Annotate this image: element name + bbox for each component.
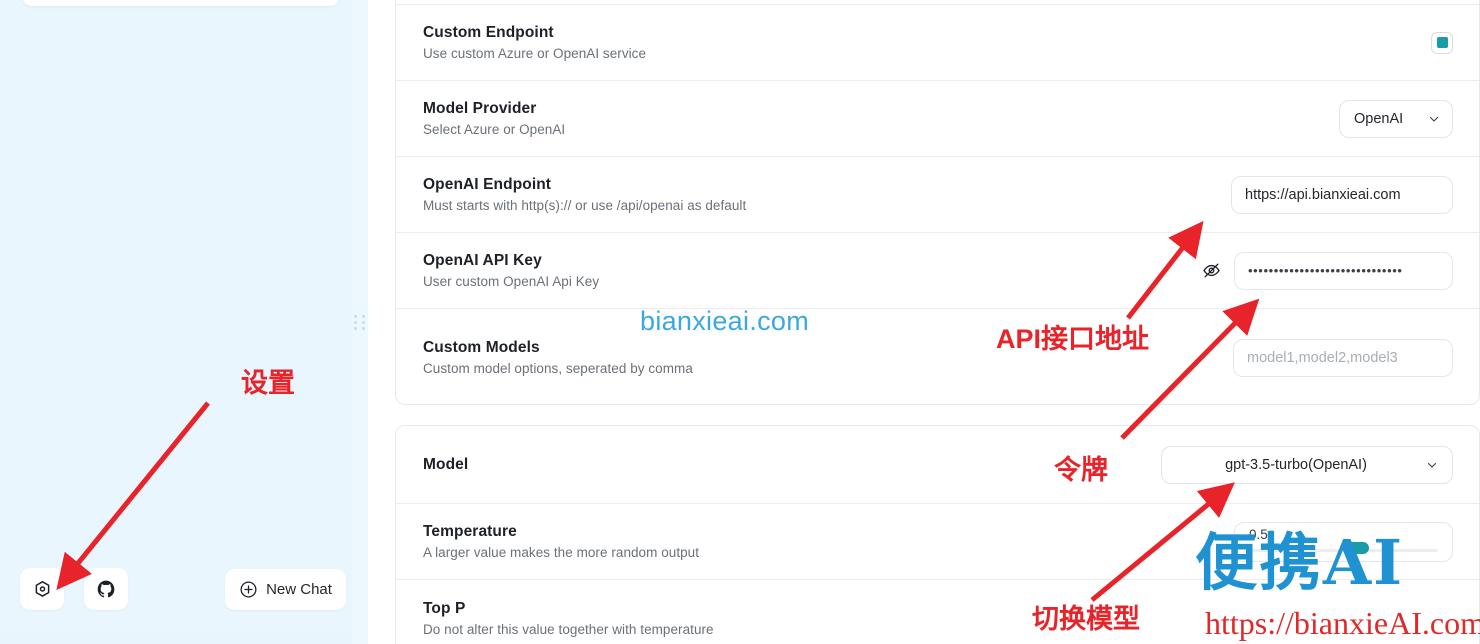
- openai-api-key-title: OpenAI API Key: [423, 252, 542, 269]
- openai-endpoint-subtitle: Must starts with http(s):// or use /api/…: [423, 198, 747, 213]
- custom-endpoint-title: Custom Endpoint: [423, 24, 554, 41]
- row-custom-endpoint: Custom Endpoint Use custom Azure or Open…: [396, 5, 1479, 81]
- row-custom-models: Custom Models Custom model options, sepe…: [396, 309, 1479, 404]
- temperature-subtitle: A larger value makes the more random out…: [423, 545, 700, 560]
- openai-endpoint-title: OpenAI Endpoint: [423, 176, 552, 193]
- row-openai-endpoint: OpenAI Endpoint Must starts with http(s)…: [396, 157, 1479, 233]
- openai-api-key-value: ••••••••••••••••••••••••••••••: [1248, 263, 1403, 278]
- sidebar-top-card: [22, 0, 340, 6]
- sidebar-panel: New Chat: [0, 0, 352, 634]
- openai-endpoint-value: https://api.bianxieai.com: [1245, 186, 1401, 203]
- custom-endpoint-checkbox[interactable]: [1431, 31, 1453, 54]
- model-select-value: gpt-3.5-turbo(OpenAI): [1225, 456, 1367, 473]
- plus-circle-icon: [240, 581, 257, 598]
- openai-api-key-input[interactable]: ••••••••••••••••••••••••••••••: [1234, 251, 1453, 290]
- app-root: New Chat Access control Enabled Custom E…: [0, 0, 1480, 644]
- custom-endpoint-subtitle: Use custom Azure or OpenAI service: [423, 46, 647, 61]
- model-provider-subtitle: Select Azure or OpenAI: [423, 122, 566, 137]
- toggle-api-key-visibility-button[interactable]: [1200, 260, 1222, 282]
- settings-gear-icon: [35, 580, 49, 597]
- row-model-provider: Model Provider Select Azure or OpenAI Op…: [396, 81, 1479, 157]
- github-icon: [97, 580, 115, 598]
- model-title: Model: [423, 455, 469, 473]
- row-model: Model gpt-3.5-turbo(OpenAI): [396, 426, 1479, 504]
- model-provider-value: OpenAI: [1354, 110, 1404, 127]
- settings-panel: Access control Enabled Custom Endpoint U…: [370, 0, 1480, 644]
- sidebar-drag-handle[interactable]: [352, 0, 368, 644]
- top-p-title: Top P: [423, 599, 466, 617]
- settings-card-endpoint: Access control Enabled Custom Endpoint U…: [395, 0, 1480, 405]
- settings-button[interactable]: [20, 568, 64, 610]
- github-button[interactable]: [84, 568, 128, 610]
- temperature-slider-thumb[interactable]: [1343, 541, 1369, 554]
- custom-models-subtitle: Custom model options, seperated by comma: [423, 361, 693, 376]
- model-select[interactable]: gpt-3.5-turbo(OpenAI): [1161, 445, 1453, 484]
- temperature-title: Temperature: [423, 523, 517, 540]
- temperature-value: 0.5: [1249, 526, 1268, 542]
- custom-models-placeholder: model1,model2,model3: [1247, 349, 1398, 366]
- drag-handle-dots-icon: [354, 314, 366, 330]
- temperature-slider[interactable]: 0.5: [1234, 521, 1453, 562]
- settings-card-model: Model gpt-3.5-turbo(OpenAI) Temperature …: [395, 425, 1480, 644]
- row-temperature: Temperature A larger value makes the mor…: [396, 504, 1479, 580]
- chevron-down-icon: [1429, 116, 1439, 122]
- model-provider-title: Model Provider: [423, 100, 537, 117]
- row-top-p: Top P Do not alter this value together w…: [396, 580, 1479, 644]
- new-chat-label: New Chat: [266, 581, 332, 598]
- openai-endpoint-input[interactable]: https://api.bianxieai.com: [1231, 175, 1453, 214]
- custom-models-title: Custom Models: [423, 339, 540, 356]
- openai-api-key-subtitle: User custom OpenAI Api Key: [423, 274, 600, 289]
- sidebar: New Chat: [0, 0, 368, 644]
- new-chat-button[interactable]: New Chat: [225, 569, 346, 610]
- eye-off-icon: [1202, 263, 1220, 278]
- row-openai-api-key: OpenAI API Key User custom OpenAI Api Ke…: [396, 233, 1479, 309]
- chevron-down-icon: [1427, 462, 1437, 468]
- top-p-subtitle: Do not alter this value together with te…: [423, 621, 714, 637]
- custom-models-input[interactable]: model1,model2,model3: [1233, 338, 1453, 377]
- model-provider-select[interactable]: OpenAI: [1339, 99, 1453, 138]
